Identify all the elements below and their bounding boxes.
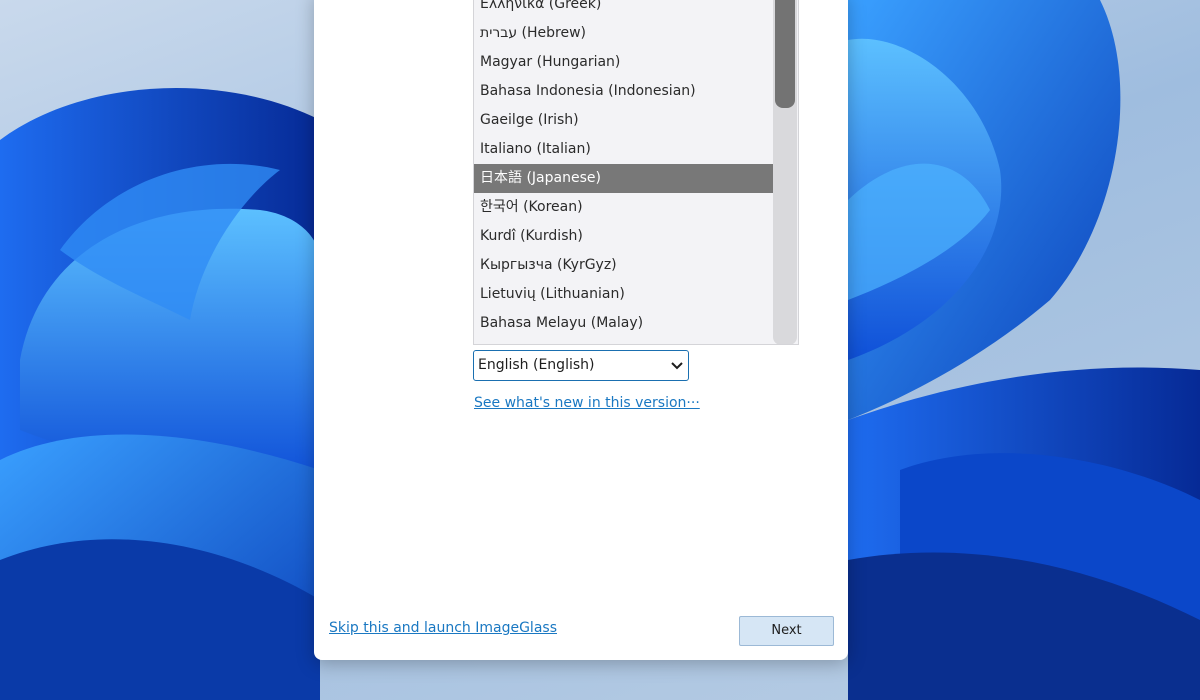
scrollbar-track[interactable] — [773, 0, 797, 344]
language-item[interactable]: Kurdî (Kurdish) — [474, 222, 774, 251]
welcome-dialog: Ελληνικά (Greek) עברית (Hebrew) Magyar (Hu… — [314, 0, 848, 660]
language-item[interactable]: Кыргызча (KyrGyz) — [474, 251, 774, 280]
language-list-items: Ελληνικά (Greek) עברית (Hebrew) Magyar (Hu… — [474, 0, 774, 338]
scrollbar-thumb[interactable] — [775, 0, 795, 108]
chevron-down-icon — [671, 362, 683, 370]
language-item[interactable]: Italiano (Italian) — [474, 135, 774, 164]
skip-and-launch-link[interactable]: Skip this and launch ImageGlass — [329, 620, 557, 636]
language-select[interactable]: English (English) — [473, 350, 689, 381]
language-item[interactable]: Bahasa Melayu (Malay) — [474, 309, 774, 338]
language-item[interactable]: Lietuvių (Lithuanian) — [474, 280, 774, 309]
next-button[interactable]: Next — [739, 616, 834, 646]
language-item[interactable]: Ελληνικά (Greek) — [474, 0, 774, 19]
language-item[interactable]: עברית (Hebrew) — [474, 19, 774, 48]
language-item[interactable]: 日本語 (Japanese) — [474, 164, 774, 193]
language-item[interactable]: Gaeilge (Irish) — [474, 106, 774, 135]
language-item[interactable]: Bahasa Indonesia (Indonesian) — [474, 77, 774, 106]
language-item[interactable]: 한국어 (Korean) — [474, 193, 774, 222]
language-list[interactable]: Ελληνικά (Greek) עברית (Hebrew) Magyar (Hu… — [473, 0, 799, 345]
language-select-value: English (English) — [478, 357, 595, 373]
whats-new-link[interactable]: See what's new in this version··· — [474, 395, 700, 411]
language-item[interactable]: Magyar (Hungarian) — [474, 48, 774, 77]
